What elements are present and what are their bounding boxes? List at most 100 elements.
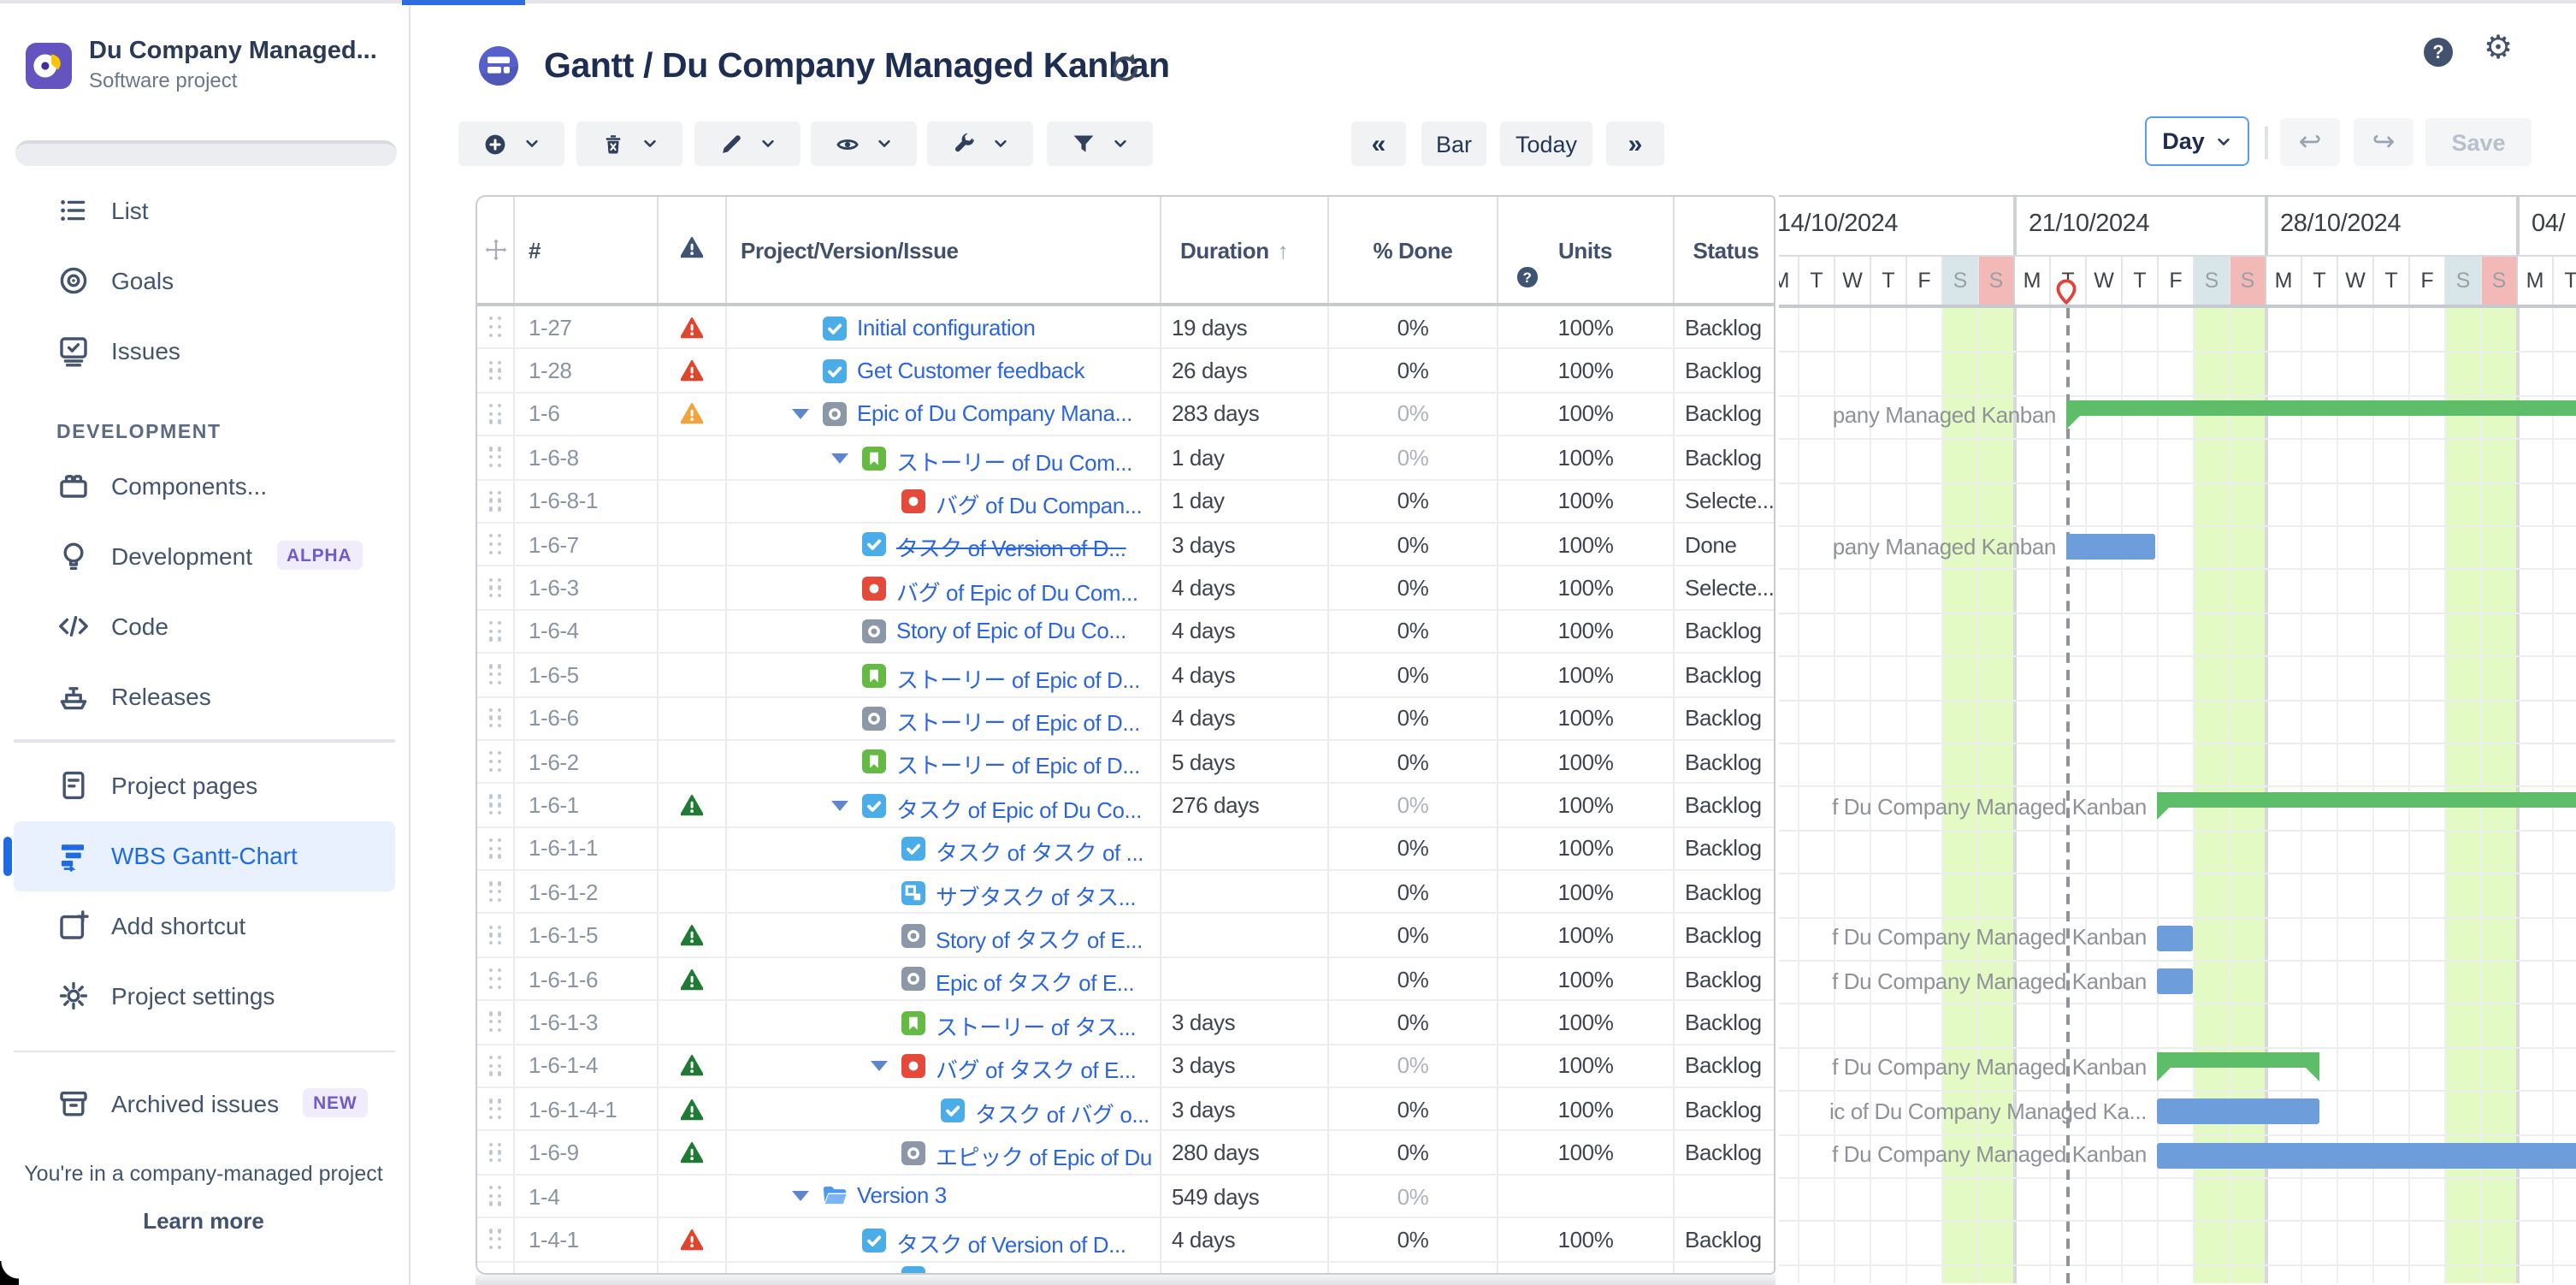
table-row[interactable]: 1-6-7タスク of Version of D...3 days0%100%D… [477, 524, 1774, 567]
undo-button[interactable]: ↩ [2280, 118, 2340, 166]
task-bar[interactable] [2157, 925, 2193, 950]
eye-dropdown-button[interactable] [811, 121, 917, 166]
table-row[interactable]: 1-6-1-4-1タスク of バグ o...3 days0%100%Backl… [477, 1088, 1774, 1132]
issue-link[interactable]: タスク of バグ o... [975, 1096, 1149, 1128]
scroll-forward-button[interactable]: » [1606, 121, 1664, 166]
table-row[interactable]: 1-6-8-1バグ of Du Compan...1 day0%100%Sele… [477, 480, 1774, 524]
wrench-dropdown-button[interactable] [927, 121, 1033, 166]
sidebar-item-development[interactable]: DevelopmentALPHA [0, 520, 409, 590]
drag-handle-icon[interactable] [488, 1229, 502, 1250]
plus-circle-dropdown-button[interactable] [458, 121, 564, 166]
issue-link[interactable]: Story of タスク of E... [936, 922, 1143, 955]
sidebar-item-code[interactable]: Code [0, 590, 409, 660]
table-row[interactable]: 1-6-8ストーリー of Du Com...1 day0%100%Backlo… [477, 436, 1774, 480]
sidebar-item-wbs-gantt-chart[interactable]: WBS Gantt-Chart [14, 820, 395, 891]
expander-icon[interactable] [792, 410, 809, 420]
sort-ascending-icon[interactable]: ↑ [1278, 237, 1289, 263]
column-header-pct[interactable]: % Done [1329, 197, 1498, 303]
table-row[interactable]: 1-6-3バグ of Epic of Du Com...4 days0%100%… [477, 567, 1774, 611]
issue-link[interactable]: エピック of Epic of Du ... [936, 1140, 1161, 1172]
table-row[interactable]: 1-6-9エピック of Epic of Du ...280 days0%100… [477, 1132, 1774, 1175]
drag-handle-icon[interactable] [488, 404, 502, 424]
table-row[interactable]: 1-6-1-5Story of タスク of E...0%100%Backlog [477, 915, 1774, 958]
task-bar[interactable] [2157, 968, 2193, 994]
redo-button[interactable]: ↪ [2354, 118, 2414, 166]
drag-handle-icon[interactable] [488, 491, 502, 512]
table-row[interactable]: 1-6-1-2サブタスク of タス...0%100%Backlog [477, 871, 1774, 915]
expander-icon[interactable] [871, 1061, 888, 1071]
issue-link[interactable]: バグ of Du Compan... [936, 488, 1142, 520]
issue-link[interactable]: タスク of Version of D... [896, 531, 1126, 564]
issue-link[interactable]: バグ of Epic of Du Com... [896, 575, 1138, 607]
column-header-handle[interactable] [477, 197, 515, 303]
pencil-dropdown-button[interactable] [694, 121, 801, 166]
task-bar[interactable] [2157, 1098, 2319, 1124]
drag-handle-icon[interactable] [488, 882, 502, 903]
sidebar-item-goals[interactable]: Goals [0, 245, 409, 315]
gear-icon[interactable]: ⚙ [2484, 33, 2513, 65]
sidebar-item-components-[interactable]: Components... [0, 450, 409, 520]
column-header-warn[interactable] [659, 197, 727, 303]
sidebar-item-project-pages[interactable]: Project pages [0, 750, 409, 820]
issue-link[interactable]: ストーリー of Du Com... [896, 444, 1132, 477]
trash-dropdown-button[interactable] [576, 121, 682, 166]
drag-handle-icon[interactable] [488, 708, 502, 728]
task-bar[interactable] [2157, 1142, 2576, 1168]
drag-handle-icon[interactable] [488, 1142, 502, 1163]
refresh-button[interactable] [1108, 51, 1143, 86]
project-header[interactable]: Du Company Managed... Software project [26, 38, 377, 92]
issue-link[interactable]: Epic of Du Company Mana... [857, 401, 1132, 427]
issue-link[interactable]: Version 3 [857, 1183, 947, 1209]
table-row[interactable]: 1-6-1-3ストーリー of タス...3 days0%100%Backlog [477, 1002, 1774, 1045]
table-row[interactable]: 1-4Version 3549 days0% [477, 1175, 1774, 1219]
table-row[interactable]: 1-6-1タスク of Epic of Du Co...276 days0%10… [477, 785, 1774, 828]
column-header-number[interactable]: # [515, 197, 659, 303]
drag-handle-icon[interactable] [488, 447, 502, 468]
table-row[interactable]: 1-4-1タスク of Version of D...4 days0%100%B… [477, 1218, 1774, 1262]
today-button[interactable]: Today [1500, 121, 1592, 166]
column-header-units[interactable]: Units? [1498, 197, 1675, 303]
drag-handle-icon[interactable] [488, 1056, 502, 1076]
learn-more-link[interactable]: Learn more [0, 1208, 407, 1234]
drag-handle-icon[interactable] [488, 795, 502, 815]
issue-link[interactable]: ストーリー of Epic of D... [896, 661, 1140, 694]
epic-bar[interactable] [2157, 792, 2576, 808]
drag-handle-icon[interactable] [488, 360, 502, 381]
issue-link[interactable]: Initial configuration [857, 314, 1035, 340]
bar-mode-button[interactable]: Bar [1421, 121, 1486, 166]
issue-link[interactable]: タスク of タスク of ... [936, 835, 1143, 868]
column-header-duration[interactable]: Duration ↑ [1161, 197, 1329, 303]
zoom-level-select[interactable]: Day [2145, 116, 2249, 166]
sidebar-item-archived-issues[interactable]: Archived issuesNEW [0, 1068, 409, 1138]
expander-icon[interactable] [831, 801, 848, 811]
table-row[interactable]: 1-27Initial configuration19 days0%100%Ba… [477, 306, 1774, 350]
sidebar-item-project-settings[interactable]: Project settings [0, 961, 409, 1031]
drag-handle-icon[interactable] [488, 665, 502, 685]
drag-handle-icon[interactable] [488, 925, 502, 945]
table-row[interactable]: 1-6-1-6Epic of タスク of E...0%100%Backlog [477, 958, 1774, 1002]
table-row[interactable]: 1-28Get Customer feedback26 days0%100%Ba… [477, 350, 1774, 394]
table-row[interactable]: 1-6-1-4バグ of タスク of E...3 days0%100%Back… [477, 1045, 1774, 1088]
issue-link[interactable]: Epic of タスク of E... [936, 966, 1134, 998]
drag-handle-icon[interactable] [488, 621, 502, 642]
horizontal-scrollbar[interactable] [476, 1275, 1775, 1285]
issue-link[interactable]: Story of Epic of Du Co... [896, 618, 1126, 643]
column-header-name[interactable]: Project/Version/Issue [727, 197, 1161, 303]
task-bar[interactable] [2066, 534, 2155, 560]
drag-handle-icon[interactable] [488, 751, 502, 772]
save-button[interactable]: Save [2425, 118, 2532, 166]
table-row[interactable]: 1-6Epic of Du Company Mana...283 days0%1… [477, 394, 1774, 437]
issue-link[interactable]: タスク of Version of D... [896, 1226, 1126, 1258]
filter-dropdown-button[interactable] [1047, 121, 1153, 166]
table-row[interactable]: 1-6-5ストーリー of Epic of D...4 days0%100%Ba… [477, 654, 1774, 697]
sidebar-item-issues[interactable]: Issues [0, 315, 409, 385]
drag-handle-icon[interactable] [488, 968, 502, 989]
table-row[interactable]: 1-6-6ストーリー of Epic of D...4 days0%100%Ba… [477, 697, 1774, 741]
drag-handle-icon[interactable] [488, 1098, 502, 1119]
table-row[interactable]: 1-6-2ストーリー of Epic of D...5 days0%100%Ba… [477, 741, 1774, 785]
drag-handle-icon[interactable] [488, 317, 502, 337]
issue-link[interactable]: ストーリー of Epic of D... [896, 705, 1140, 737]
help-icon[interactable]: ? [2424, 38, 2453, 67]
table-row[interactable]: 1-6-1-1タスク of タスク of ...0%100%Backlog [477, 827, 1774, 871]
issue-link[interactable]: タスク of Epic of Du Co... [896, 792, 1142, 825]
